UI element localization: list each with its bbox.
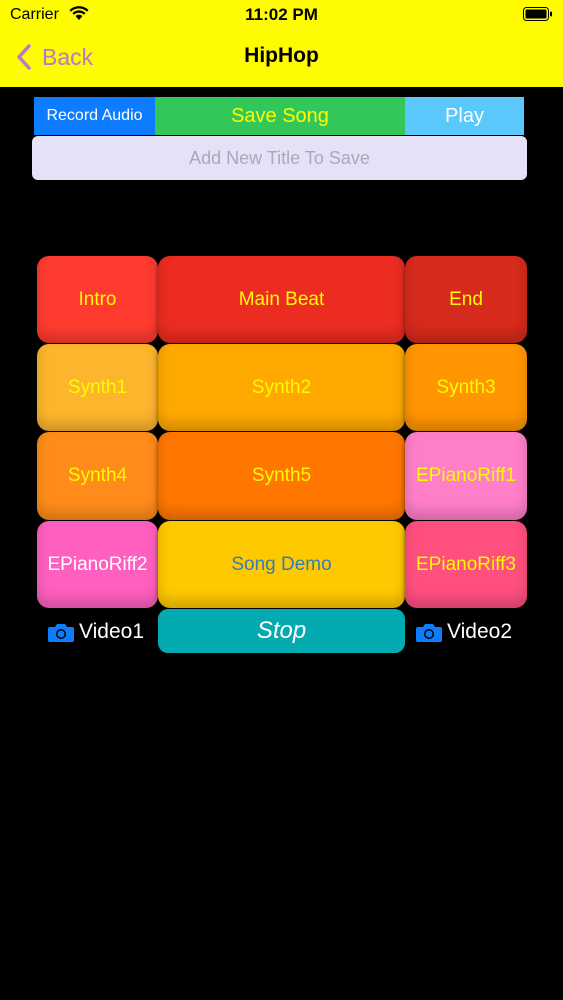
pad-intro[interactable]: Intro <box>37 256 158 343</box>
song-title-input[interactable] <box>32 136 527 180</box>
pad-synth5[interactable]: Synth5 <box>158 432 405 520</box>
page-title: HipHop <box>244 44 319 67</box>
stop-button[interactable]: Stop <box>158 609 405 653</box>
pad-epianoriff3[interactable]: EPianoRiff3 <box>405 521 527 608</box>
battery-icon <box>523 7 552 21</box>
pad-main-beat[interactable]: Main Beat <box>158 256 405 343</box>
clock: 11:02 PM <box>245 5 318 24</box>
camera-icon <box>48 624 74 642</box>
pad-synth4[interactable]: Synth4 <box>37 432 158 520</box>
camera-icon <box>416 624 442 642</box>
pad-synth1[interactable]: Synth1 <box>37 344 158 431</box>
navigation-bar: Carrier 11:02 PM Back HipHop <box>0 0 563 87</box>
video2-button[interactable]: Video2 <box>415 618 512 646</box>
pad-end[interactable]: End <box>405 256 527 343</box>
video2-label: Video2 <box>447 620 513 643</box>
record-audio-button[interactable]: Record Audio <box>34 97 155 135</box>
pad-song-demo[interactable]: Song Demo <box>158 521 405 608</box>
video1-button[interactable]: Video1 <box>47 618 144 646</box>
pad-synth2[interactable]: Synth2 <box>158 344 405 431</box>
status-bar: Carrier 11:02 PM <box>0 0 563 30</box>
save-song-button[interactable]: Save Song <box>155 97 405 135</box>
pad-epianoriff2[interactable]: EPianoRiff2 <box>37 521 158 608</box>
pad-epianoriff1[interactable]: EPianoRiff1 <box>405 432 527 520</box>
video1-label: Video1 <box>79 620 145 643</box>
play-button[interactable]: Play <box>405 97 524 135</box>
pad-synth3[interactable]: Synth3 <box>405 344 527 431</box>
